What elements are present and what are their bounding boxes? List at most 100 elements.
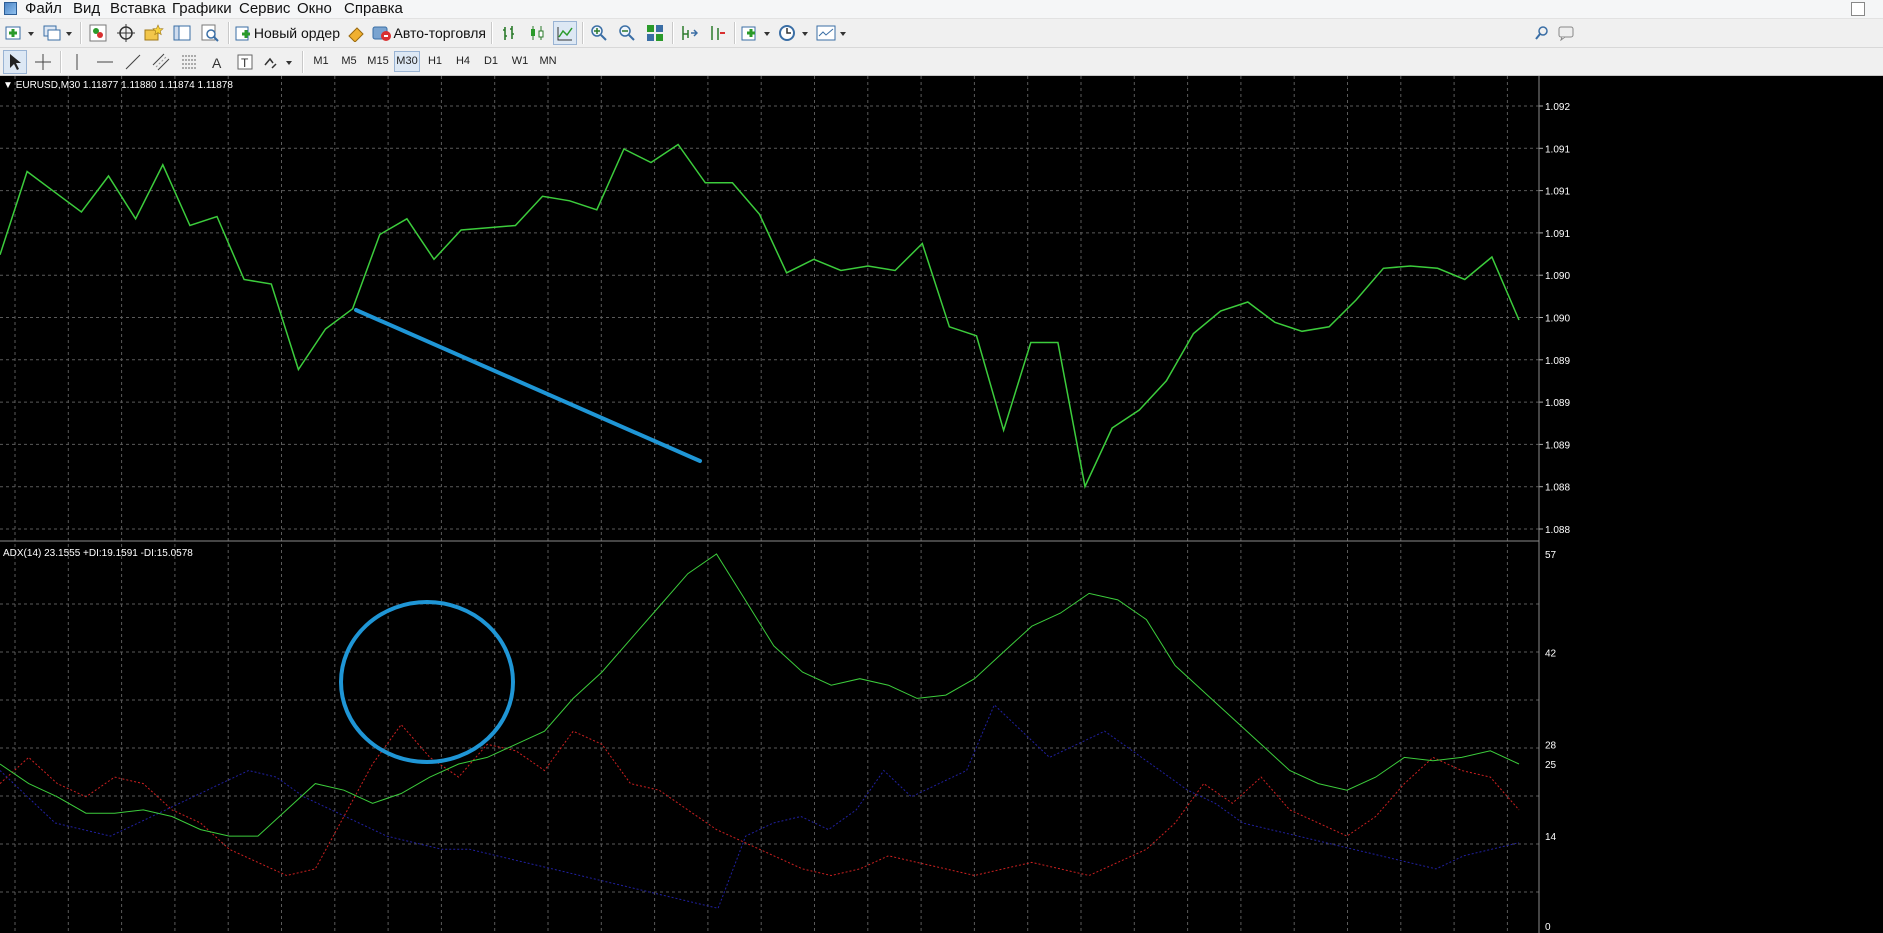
timeframe-m30[interactable]: M30 <box>394 51 420 72</box>
crosshair-icon <box>35 54 51 70</box>
navigator-star-icon <box>144 24 164 41</box>
new-chart-icon <box>5 26 34 40</box>
standard-toolbar: Новый ордер Авто-торговля <box>0 19 1883 48</box>
messages-button[interactable] <box>1556 21 1576 45</box>
price-tick-label: 1.088 <box>1545 525 1570 536</box>
indicator-axis: 57 42 28 25 14 0 <box>1545 550 1557 933</box>
indicator-tick-label: 25 <box>1545 760 1557 771</box>
cursor-arrow-icon <box>10 54 21 70</box>
new-order-label: Новый ордер <box>253 25 340 41</box>
arrows-button[interactable] <box>261 50 295 74</box>
templates-button[interactable] <box>815 21 849 45</box>
equidistant-channel-button[interactable] <box>149 50 173 74</box>
vertical-line-icon <box>76 54 78 70</box>
price-tick-label: 1.092 <box>1545 102 1570 113</box>
menu-file[interactable]: Файл <box>22 0 65 18</box>
timeframe-m5[interactable]: M5 <box>336 51 362 72</box>
chart-shift-icon <box>682 26 698 40</box>
periods-button[interactable] <box>777 21 811 45</box>
indicators-icon <box>741 26 770 41</box>
text-tool-button[interactable]: A <box>205 50 229 74</box>
svg-text:A: A <box>212 55 222 71</box>
indicator-tick-label: 0 <box>1545 922 1551 933</box>
price-line <box>0 143 1520 489</box>
chart-shift-button[interactable] <box>677 21 701 45</box>
indicator-tick-label: 42 <box>1545 648 1557 659</box>
text-a-icon: A <box>212 55 222 71</box>
timeframe-h1[interactable]: H1 <box>422 51 448 72</box>
menu-insert[interactable]: Вставка <box>107 0 169 18</box>
terminal-icon <box>173 25 191 41</box>
menu-charts[interactable]: Графики <box>169 0 235 18</box>
autotrading-button[interactable]: Авто-торговля <box>372 21 486 45</box>
trendline-button[interactable] <box>121 50 145 74</box>
bar-chart-button[interactable] <box>497 21 521 45</box>
crosshair-tool-button[interactable] <box>31 50 55 74</box>
zoom-out-button[interactable] <box>615 21 639 45</box>
autotrading-icon <box>372 26 391 41</box>
text-label-button[interactable]: T <box>233 50 257 74</box>
collapse-arrow-icon[interactable]: ▼ <box>3 80 13 91</box>
price-tick-label: 1.091 <box>1545 187 1570 198</box>
text-label-icon: T <box>237 54 253 70</box>
chart-canvas[interactable]: 1.092 1.091 1.091 1.091 1.090 1.090 1.089 1.089… <box>0 76 1883 933</box>
drawn-ellipse[interactable] <box>339 600 515 764</box>
chart-symbol-ohlc: EURUSD,M30 1.11877 1.11880 1.11874 1.118… <box>15 80 233 91</box>
menu-help[interactable]: Справка <box>341 0 406 18</box>
restore-window-icon[interactable] <box>1851 2 1865 16</box>
zoom-in-button[interactable] <box>587 21 611 45</box>
data-window-button[interactable] <box>114 21 138 45</box>
vertical-line-button[interactable] <box>65 50 89 74</box>
timeframe-h4[interactable]: H4 <box>450 51 476 72</box>
indicator-tick-label: 14 <box>1545 832 1557 843</box>
timeframe-mn[interactable]: MN <box>535 51 561 72</box>
tile-windows-icon <box>647 25 663 41</box>
fibonacci-icon <box>182 55 196 69</box>
cursor-tool-button[interactable] <box>3 50 27 74</box>
channel-icon <box>152 53 170 71</box>
fibonacci-button[interactable] <box>177 50 201 74</box>
chart-grid <box>0 76 1539 933</box>
indicators-button[interactable] <box>739 21 773 45</box>
navigator-button[interactable] <box>142 21 166 45</box>
timeframe-d1[interactable]: D1 <box>478 51 504 72</box>
timeframe-m15[interactable]: M15 <box>364 51 392 72</box>
horizontal-line-button[interactable] <box>93 50 117 74</box>
price-tick-label: 1.091 <box>1545 144 1570 155</box>
strategy-tester-button[interactable] <box>198 21 222 45</box>
app-icon[interactable] <box>4 2 17 15</box>
line-studies-toolbar: A T M1 M5 M15 M30 H1 H4 D1 W1 MN <box>0 48 1883 76</box>
line-chart-button[interactable] <box>553 21 577 45</box>
market-watch-icon <box>89 24 107 42</box>
profiles-button[interactable] <box>41 21 75 45</box>
search-button[interactable] <box>1532 21 1552 45</box>
bar-chart-icon <box>503 26 514 40</box>
price-axis: 1.092 1.091 1.091 1.091 1.090 1.090 1.089 1.089… <box>1539 102 1570 536</box>
new-order-icon <box>235 26 250 41</box>
candlestick-button[interactable] <box>525 21 549 45</box>
svg-text:T: T <box>241 56 249 70</box>
zoom-out-icon <box>619 25 635 41</box>
menu-window[interactable]: Окно <box>294 0 335 18</box>
new-chart-button[interactable] <box>3 21 37 45</box>
clock-icon <box>779 25 808 41</box>
new-order-button[interactable]: Новый ордер <box>234 21 340 45</box>
drawn-trendline[interactable] <box>354 308 702 463</box>
terminal-button[interactable] <box>170 21 194 45</box>
autoscroll-button[interactable] <box>705 21 729 45</box>
menu-view[interactable]: Вид <box>70 0 103 18</box>
market-watch-button[interactable] <box>86 21 110 45</box>
timeframe-w1[interactable]: W1 <box>507 51 533 72</box>
menu-tools[interactable]: Сервис <box>236 0 293 18</box>
price-tick-label: 1.089 <box>1545 440 1570 451</box>
line-chart-icon <box>557 27 573 41</box>
minus-di-line <box>0 704 1520 909</box>
autoscroll-icon <box>711 26 725 40</box>
indicator-tick-label: 57 <box>1545 550 1557 561</box>
tile-windows-button[interactable] <box>643 21 667 45</box>
timeframe-m1[interactable]: M1 <box>308 51 334 72</box>
chart-window[interactable]: 1.092 1.091 1.091 1.091 1.090 1.090 1.089 1.089… <box>0 76 1883 933</box>
metaeditor-button[interactable] <box>345 21 367 45</box>
crosshair-target-icon <box>117 24 135 42</box>
price-tick-label: 1.091 <box>1545 229 1570 240</box>
